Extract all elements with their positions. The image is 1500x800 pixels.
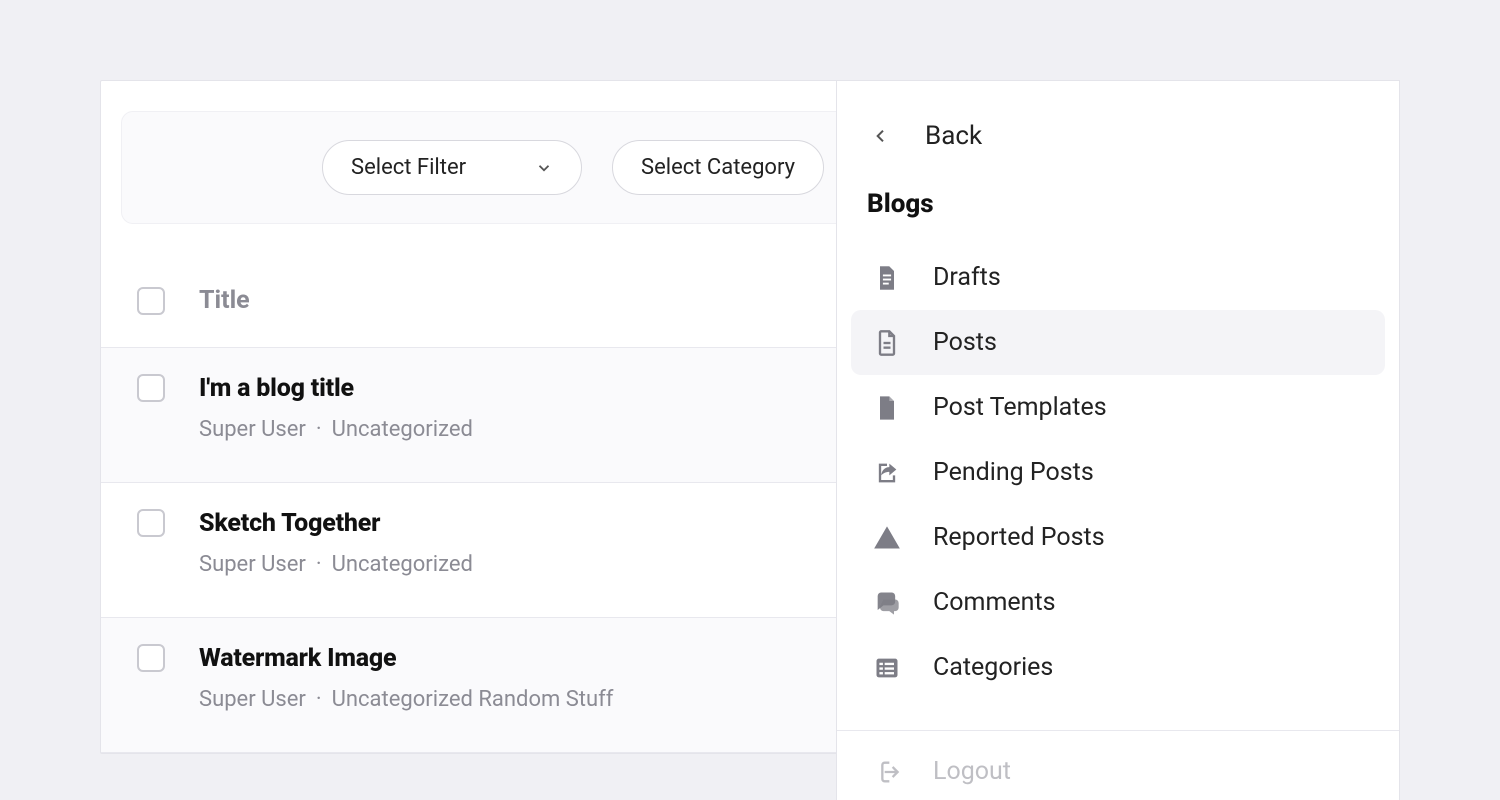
warning-icon (873, 524, 901, 552)
row-checkbox[interactable] (137, 374, 165, 402)
sidebar-panel: Back Blogs Drafts Posts Post Templates P… (836, 80, 1400, 800)
logout-icon (873, 758, 901, 786)
sidebar-section-title: Blogs (837, 171, 1399, 239)
sidebar-item-label: Categories (933, 653, 1053, 682)
sidebar-item-reported-posts[interactable]: Reported Posts (851, 505, 1385, 570)
sidebar-item-comments[interactable]: Comments (851, 570, 1385, 635)
column-header-title: Title (199, 286, 250, 315)
file-icon (873, 394, 901, 422)
filter-select-label: Select Filter (351, 155, 466, 180)
category-select[interactable]: Select Category (612, 140, 824, 195)
logout-button[interactable]: Logout (837, 731, 1399, 786)
sidebar-item-label: Post Templates (933, 393, 1107, 422)
chevron-left-icon (873, 124, 889, 148)
sidebar-item-pending-posts[interactable]: Pending Posts (851, 440, 1385, 505)
sidebar-item-categories[interactable]: Categories (851, 635, 1385, 700)
row-checkbox[interactable] (137, 644, 165, 672)
post-icon (873, 329, 901, 357)
sidebar-item-label: Posts (933, 328, 997, 357)
category-select-label: Select Category (641, 155, 795, 180)
sidebar-item-label: Pending Posts (933, 458, 1094, 487)
row-title: I'm a blog title (199, 374, 473, 403)
row-category: Uncategorized (332, 552, 473, 577)
back-label: Back (925, 121, 982, 151)
row-category: Uncategorized (332, 417, 473, 442)
sidebar-item-post-templates[interactable]: Post Templates (851, 375, 1385, 440)
comments-icon (873, 589, 901, 617)
row-author: Super User (199, 417, 306, 442)
filter-select[interactable]: Select Filter (322, 140, 582, 195)
back-button[interactable]: Back (837, 91, 1399, 171)
sidebar-item-drafts[interactable]: Drafts (851, 245, 1385, 310)
select-all-checkbox[interactable] (137, 287, 165, 315)
list-icon (873, 654, 901, 682)
sidebar-item-posts[interactable]: Posts (851, 310, 1385, 375)
row-meta: Super User·Uncategorized Random Stuff (199, 687, 613, 712)
sidebar-item-label: Reported Posts (933, 523, 1105, 552)
row-meta: Super User·Uncategorized (199, 552, 473, 577)
row-title: Sketch Together (199, 509, 473, 538)
row-category: Uncategorized Random Stuff (332, 687, 614, 712)
sidebar-item-label: Comments (933, 588, 1056, 617)
logout-label: Logout (933, 757, 1011, 786)
row-author: Super User (199, 687, 306, 712)
document-icon (873, 264, 901, 292)
row-author: Super User (199, 552, 306, 577)
row-checkbox[interactable] (137, 509, 165, 537)
sidebar-item-label: Drafts (933, 263, 1001, 292)
row-title: Watermark Image (199, 644, 613, 673)
row-meta: Super User·Uncategorized (199, 417, 473, 442)
chevron-down-icon (535, 159, 553, 177)
sidebar-menu: Drafts Posts Post Templates Pending Post… (837, 239, 1399, 720)
share-out-icon (873, 459, 901, 487)
